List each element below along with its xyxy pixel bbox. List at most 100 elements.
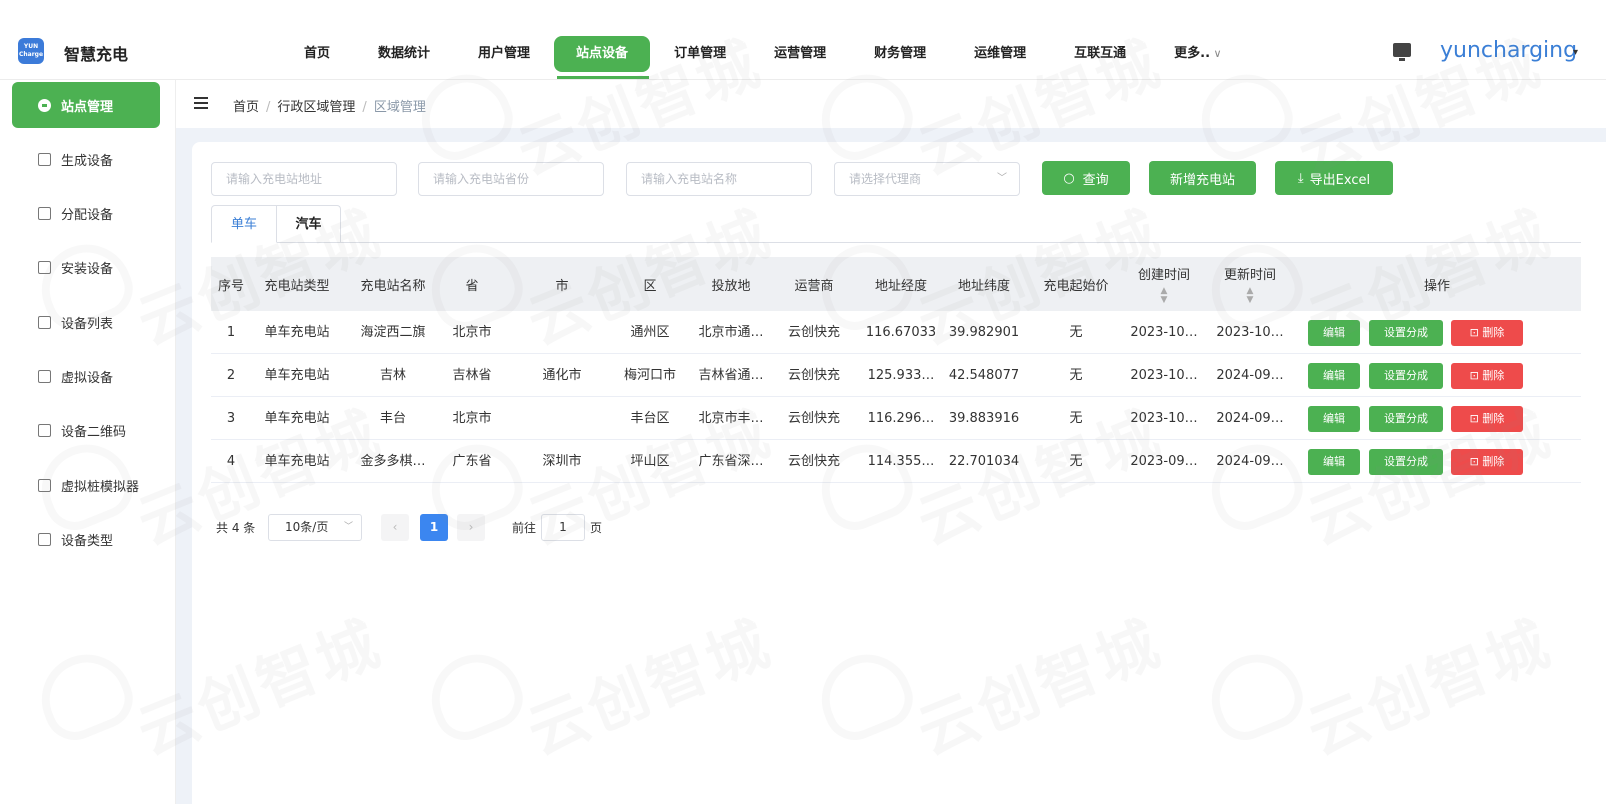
station-name-input[interactable]: [626, 162, 812, 196]
station-address-input[interactable]: [211, 162, 397, 196]
column-header-label: 创建时间: [1137, 267, 1190, 283]
page-size-select[interactable]: 10条/页 ﹀: [268, 514, 362, 541]
table-cell: 2023-10…: [1216, 325, 1284, 340]
sidebar-item-label: 站点管理: [61, 99, 114, 115]
nav-item[interactable]: 站点设备: [554, 36, 651, 72]
add-station-label: 新增充电站: [1169, 172, 1235, 188]
nav-item[interactable]: 首页: [280, 36, 354, 72]
set-split-button[interactable]: 设置分成: [1369, 320, 1443, 346]
station-province-input[interactable]: [418, 162, 604, 196]
table-cell: 单车充电站: [264, 454, 330, 469]
sidebar-item[interactable]: 分配设备: [12, 191, 160, 237]
sidebar-item-label: 虚拟桩模拟器: [61, 479, 140, 495]
table-cell: 4: [226, 454, 236, 469]
brand-name: 智慧充电: [64, 45, 129, 64]
table-cell: 吉林: [379, 368, 406, 383]
station-icon: [38, 98, 51, 112]
sidebar-item[interactable]: 安装设备: [12, 245, 160, 291]
next-page-button[interactable]: ›: [457, 514, 485, 541]
edit-button[interactable]: 编辑: [1308, 449, 1360, 475]
add-station-button[interactable]: 新增充电站: [1149, 161, 1256, 195]
column-header-label: 更新时间: [1223, 267, 1276, 283]
edit-button-label: 编辑: [1323, 369, 1345, 382]
delete-button[interactable]: ⊡ 删除: [1451, 406, 1523, 432]
table-cell: 22.701034: [948, 454, 1020, 469]
set-split-button[interactable]: 设置分成: [1369, 406, 1443, 432]
nav-item[interactable]: 运营管理: [750, 36, 850, 72]
edit-button[interactable]: 编辑: [1308, 320, 1360, 346]
delete-button-label: 删除: [1482, 412, 1505, 425]
table-row: 1 单车充电站 海淀西二旗 北京市 通州区 北京市通… 云创快充 116.67033 39.98…: [211, 311, 1581, 354]
table-row: 3 单车充电站 丰台 北京市 丰台区 北京市丰… 云创快充 116.296… 39.883916…: [211, 397, 1581, 440]
nav-item[interactable]: 财务管理: [850, 36, 950, 72]
nav-item[interactable]: 订单管理: [650, 36, 750, 72]
table-cell: 2023-10…: [1130, 411, 1198, 426]
edit-button[interactable]: 编辑: [1308, 363, 1360, 389]
set-split-button-label: 设置分成: [1384, 326, 1428, 339]
table-cell: 北京市丰…: [698, 411, 764, 426]
column-header[interactable]: 创建时间 ▲ ▼: [1121, 257, 1207, 311]
column-header: 市: [521, 257, 603, 311]
sort-icon[interactable]: ▲ ▼: [1247, 286, 1254, 305]
breadcrumb: 首页 / 行政区域管理 / 区域管理: [233, 96, 426, 115]
delete-button-label: 删除: [1482, 455, 1505, 468]
set-split-button-label: 设置分成: [1384, 412, 1428, 425]
export-excel-button[interactable]: ⤓ 导出Excel: [1275, 161, 1393, 195]
caret-down-icon[interactable]: ▾: [1573, 47, 1578, 58]
tab-car[interactable]: 汽车: [277, 205, 341, 243]
prev-page-button[interactable]: ‹: [381, 514, 409, 541]
sidebar-item[interactable]: 设备列表: [12, 299, 160, 345]
agent-select[interactable]: 请选择代理商 ﹀: [834, 162, 1020, 196]
nav-item[interactable]: 运维管理: [950, 36, 1050, 72]
page-1-button[interactable]: 1: [420, 514, 448, 541]
table-cell: 丰台区: [630, 411, 670, 426]
table-cell: 北京市: [452, 325, 492, 340]
table-cell: 无: [1069, 411, 1083, 426]
sidebar-item[interactable]: 设备类型: [12, 516, 160, 562]
delete-button-label: 删除: [1482, 326, 1505, 339]
bag-share-icon: [38, 207, 51, 221]
table-cell: 2023-10…: [1130, 368, 1198, 383]
nav-item[interactable]: 更多..: [1150, 36, 1245, 72]
sort-icon[interactable]: ▲ ▼: [1161, 286, 1168, 305]
table-cell: 114.355…: [867, 454, 935, 469]
edit-button[interactable]: 编辑: [1308, 406, 1360, 432]
nav-item[interactable]: 互联互通: [1050, 36, 1150, 72]
document-icon: [38, 424, 51, 438]
delete-button[interactable]: ⊡ 删除: [1451, 320, 1523, 346]
nav-item[interactable]: 用户管理: [454, 36, 554, 72]
goto-page-input[interactable]: 1: [541, 514, 585, 541]
sidebar-item[interactable]: 设备二维码: [12, 408, 160, 454]
sidebar-item[interactable]: 虚拟桩模拟器: [12, 462, 160, 508]
table-cell: 广东省: [452, 454, 492, 469]
delete-button[interactable]: ⊡ 删除: [1451, 449, 1523, 475]
sidebar-item[interactable]: 虚拟设备: [12, 354, 160, 400]
sidebar-item-label: 分配设备: [61, 208, 114, 224]
set-split-button[interactable]: 设置分成: [1369, 449, 1443, 475]
menu-fold-icon[interactable]: [194, 97, 208, 109]
simulator-icon: [38, 478, 51, 492]
sidebar-item-label: 虚拟设备: [61, 371, 114, 386]
set-split-button[interactable]: 设置分成: [1369, 363, 1443, 389]
list-icon: [38, 315, 51, 329]
breadcrumb-home[interactable]: 首页: [233, 100, 259, 115]
column-header[interactable]: 更新时间 ▲ ▼: [1207, 257, 1293, 311]
monitor-icon[interactable]: [1393, 43, 1411, 61]
column-header-label: 充电站名称: [360, 278, 426, 294]
table-cell: 2024-09…: [1216, 454, 1284, 469]
sidebar-item[interactable]: 生成设备: [12, 136, 160, 182]
table-cell: 通化市: [542, 368, 582, 383]
column-header: 省: [441, 257, 503, 311]
delete-button[interactable]: ⊡ 删除: [1451, 363, 1523, 389]
table-cell: 2024-09…: [1216, 368, 1284, 383]
sidebar-item[interactable]: 站点管理: [12, 82, 160, 128]
breadcrumb-region-admin[interactable]: 行政区域管理: [277, 100, 355, 115]
table-cell: 坪山区: [630, 454, 670, 469]
tab-bike[interactable]: 单车: [211, 205, 277, 243]
column-header-label: 序号: [217, 278, 244, 294]
trash-icon: ⊡: [1469, 412, 1483, 425]
search-button[interactable]: ○ 查询: [1042, 161, 1130, 195]
user-menu[interactable]: yuncharging: [1440, 38, 1577, 63]
column-header: 地址经度: [861, 257, 941, 311]
nav-item[interactable]: 数据统计: [354, 36, 454, 72]
